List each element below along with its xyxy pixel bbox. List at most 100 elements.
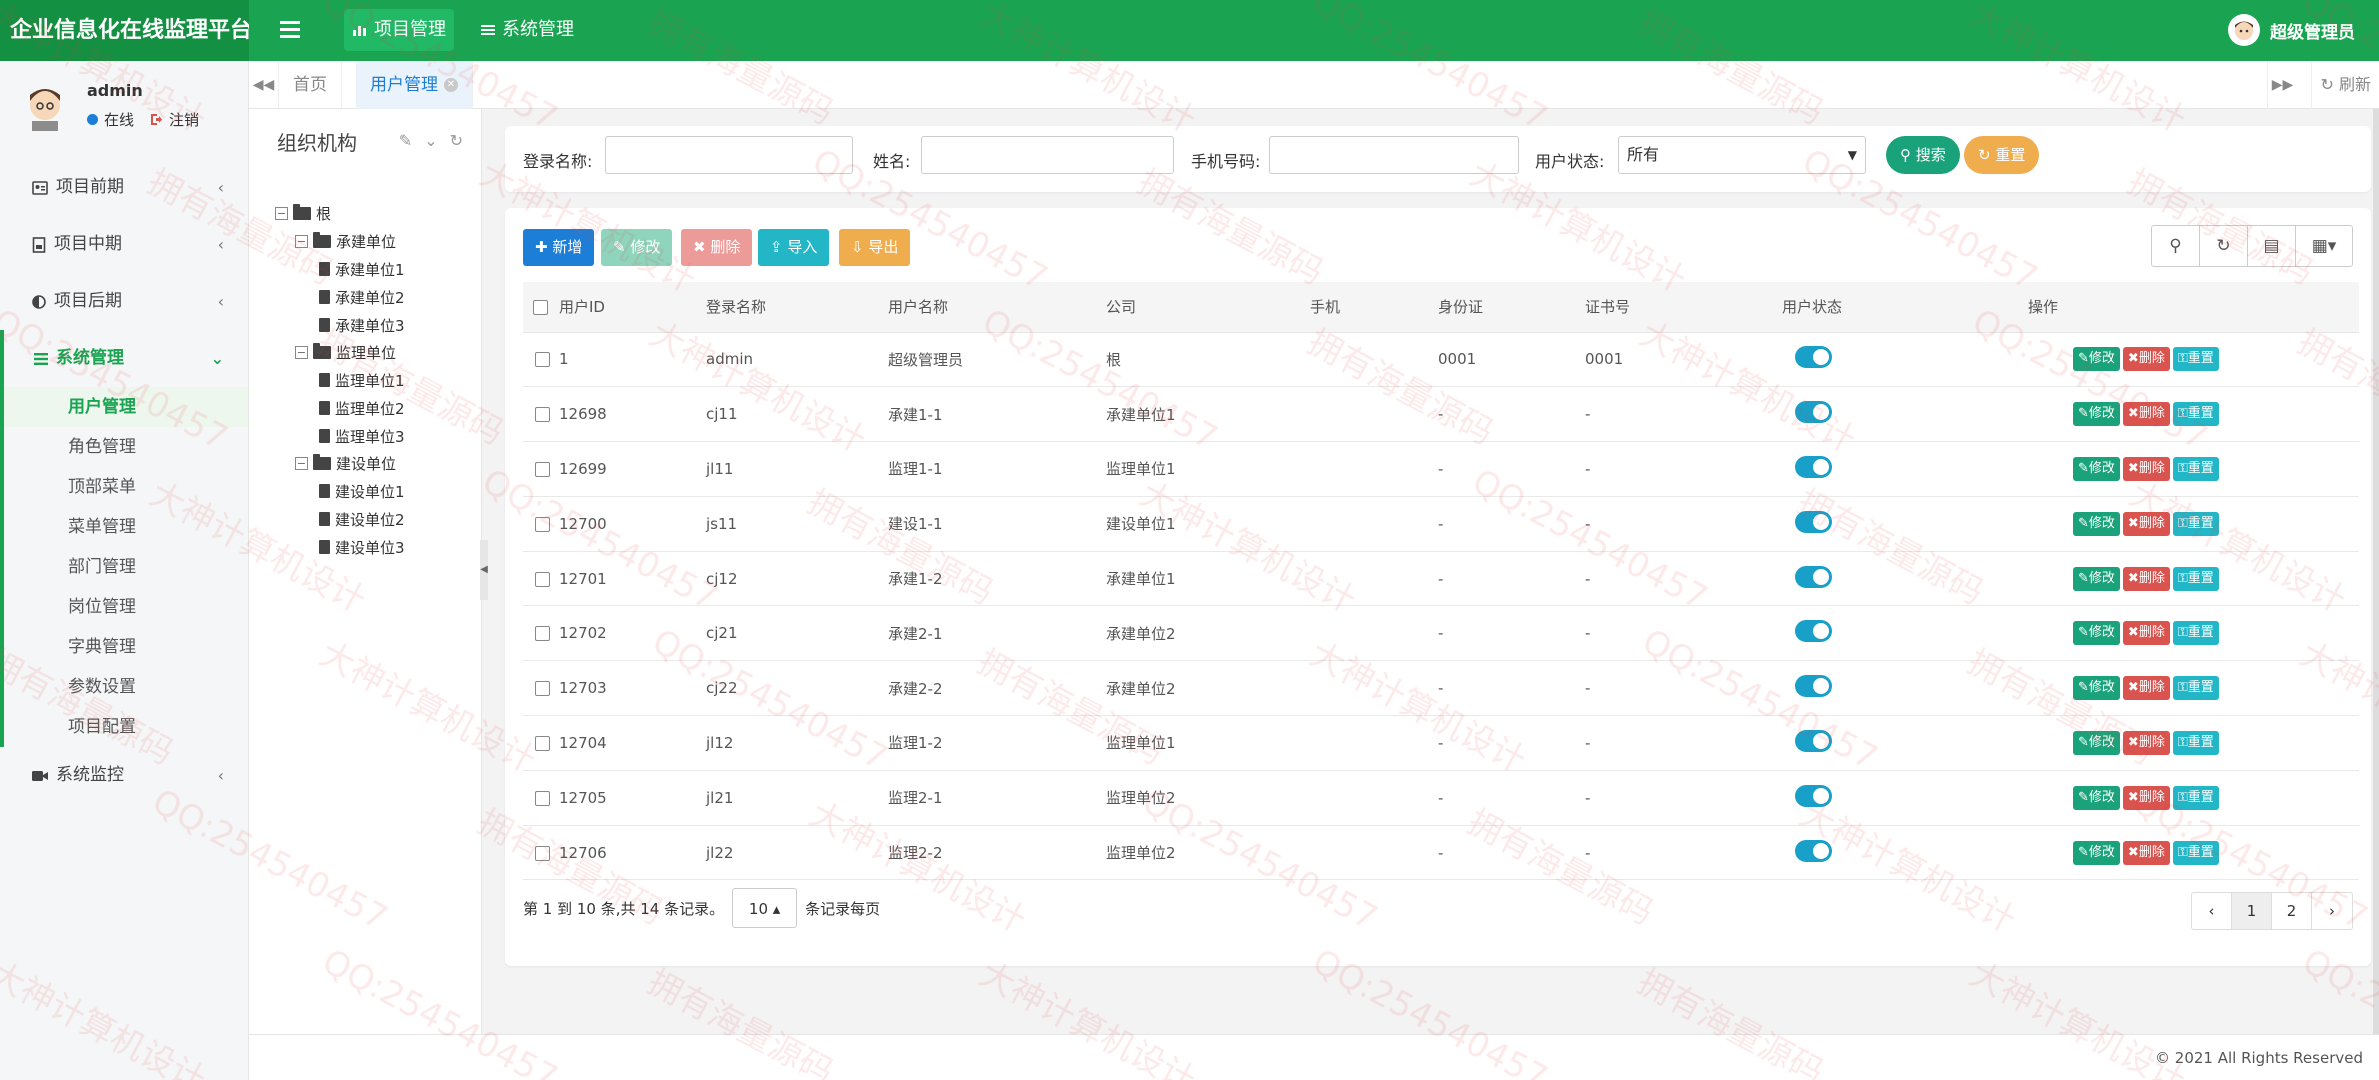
select-all-checkbox[interactable] <box>533 299 548 315</box>
sidebar-subitem-dict-management[interactable]: 字典管理 <box>4 627 248 667</box>
table-row[interactable]: 12705 jl21 监理2-1 监理单位2- - ✎修改 ✖删除 ⚿重置 <box>523 770 2359 826</box>
page-2[interactable]: 2 <box>2272 893 2312 929</box>
column-header[interactable]: 身份证 <box>1438 282 1585 333</box>
status-toggle[interactable] <box>1795 784 1832 807</box>
phone-input[interactable] <box>1269 136 1519 174</box>
row-reset-button[interactable]: ⚿重置 <box>2172 511 2219 536</box>
row-checkbox[interactable] <box>535 845 550 861</box>
row-delete-button[interactable]: ✖删除 <box>2122 840 2170 865</box>
table-row[interactable]: 12699 jl11 监理1-1 监理单位1- - ✎修改 ✖删除 ⚿重置 <box>523 441 2359 497</box>
row-reset-button[interactable]: ⚿重置 <box>2172 566 2219 591</box>
sidebar-subitem-post-management[interactable]: 岗位管理 <box>4 587 248 627</box>
row-delete-button[interactable]: ✖删除 <box>2122 676 2170 701</box>
sidebar-subitem-role-management[interactable]: 角色管理 <box>4 427 248 467</box>
row-checkbox[interactable] <box>535 790 550 806</box>
table-row[interactable]: 12700 js11 建设1-1 建设单位1- - ✎修改 ✖删除 ⚿重置 <box>523 496 2359 552</box>
row-delete-button[interactable]: ✖删除 <box>2122 566 2170 591</box>
row-delete-button[interactable]: ✖删除 <box>2122 402 2170 427</box>
search-button[interactable]: ⚲ 搜索 <box>1886 136 1960 174</box>
status-toggle[interactable] <box>1795 401 1832 424</box>
scrollbar[interactable] <box>2373 109 2379 1034</box>
topnav-system-management[interactable]: 系统管理 <box>472 9 582 51</box>
search-icon[interactable]: ⚲ <box>2152 226 2200 266</box>
export-button[interactable]: ⇩ 导出 <box>839 229 911 266</box>
row-checkbox[interactable] <box>535 352 550 368</box>
row-edit-button[interactable]: ✎修改 <box>2073 347 2120 372</box>
row-edit-button[interactable]: ✎修改 <box>2073 566 2120 591</box>
add-button[interactable]: ✚ 新增 <box>523 229 595 266</box>
tree-node-leaf[interactable]: 承建单位2 <box>319 286 405 308</box>
refresh-icon[interactable]: ↻ <box>450 131 463 150</box>
tree-node-leaf[interactable]: 建设单位1 <box>319 480 405 502</box>
table-row[interactable]: 12706 jl22 监理2-2 监理单位2- - ✎修改 ✖删除 ⚿重置 <box>523 825 2359 881</box>
sidebar-item-pre-project[interactable]: 项目前期 ‹ <box>0 159 248 216</box>
row-checkbox[interactable] <box>535 571 550 587</box>
edit-icon[interactable]: ✎ <box>399 131 412 150</box>
column-header[interactable]: 证书号 <box>1585 282 1782 333</box>
row-checkbox[interactable] <box>535 626 550 642</box>
panel-collapse-handle[interactable]: ◀ <box>480 540 488 600</box>
sidebar-subitem-user-management[interactable]: 用户管理 <box>4 387 248 427</box>
tab-scroll-right-icon[interactable]: ▶▶ <box>2267 61 2297 109</box>
row-reset-button[interactable]: ⚿重置 <box>2172 347 2219 372</box>
tree-node-group[interactable]: − 建设单位 <box>295 452 396 474</box>
tab-scroll-left-icon[interactable]: ◀◀ <box>249 61 279 109</box>
row-delete-button[interactable]: ✖删除 <box>2122 730 2170 755</box>
row-checkbox[interactable] <box>535 407 550 423</box>
row-reset-button[interactable]: ⚿重置 <box>2172 676 2219 701</box>
tree-node-leaf[interactable]: 建设单位3 <box>319 536 405 558</box>
sidebar-item-mid-project[interactable]: 项目中期 ‹ <box>0 216 248 273</box>
status-toggle[interactable] <box>1795 346 1832 369</box>
sidebar-subitem-top-menu[interactable]: 顶部菜单 <box>4 467 248 507</box>
status-select[interactable]: 所有 ▼ <box>1618 136 1866 174</box>
table-row[interactable]: 12701 cj12 承建1-2 承建单位1- - ✎修改 ✖删除 ⚿重置 <box>523 551 2359 607</box>
row-delete-button[interactable]: ✖删除 <box>2122 511 2170 536</box>
status-toggle[interactable] <box>1795 729 1832 752</box>
table-row[interactable]: 12704 jl12 监理1-2 监理单位1- - ✎修改 ✖删除 ⚿重置 <box>523 715 2359 771</box>
edit-button[interactable]: ✎ 修改 <box>601 229 673 266</box>
status-toggle[interactable] <box>1795 455 1832 478</box>
collapse-icon[interactable]: − <box>275 206 288 220</box>
login-name-input[interactable] <box>605 136 853 174</box>
refresh-tab-button[interactable]: ↻ 刷新 <box>2311 61 2379 109</box>
collapse-icon[interactable]: − <box>295 345 308 359</box>
row-checkbox[interactable] <box>535 735 550 751</box>
column-header[interactable]: 用户状态 <box>1782 282 1907 333</box>
logout-link[interactable]: 注销 <box>150 109 199 130</box>
row-reset-button[interactable]: ⚿重置 <box>2172 456 2219 481</box>
tree-node-group[interactable]: − 承建单位 <box>295 230 396 252</box>
table-row[interactable]: 1 admin 超级管理员根 0001 0001 ✎修改 ✖删除 ⚿重置 <box>523 332 2359 388</box>
row-reset-button[interactable]: ⚿重置 <box>2172 621 2219 646</box>
tree-node-leaf[interactable]: 监理单位3 <box>319 425 405 447</box>
row-checkbox[interactable] <box>535 681 550 697</box>
table-row[interactable]: 12703 cj22 承建2-2 承建单位2- - ✎修改 ✖删除 ⚿重置 <box>523 660 2359 717</box>
tab-home[interactable]: 首页 <box>279 61 342 109</box>
reset-button[interactable]: ↻ 重置 <box>1964 136 2040 174</box>
row-edit-button[interactable]: ✎修改 <box>2073 840 2120 865</box>
status-toggle[interactable] <box>1795 675 1832 698</box>
topnav-project-management[interactable]: 项目管理 <box>344 9 454 51</box>
menu-toggle-icon[interactable] <box>278 18 302 42</box>
status-toggle[interactable] <box>1795 839 1832 862</box>
sidebar-subitem-project-config[interactable]: 项目配置 <box>4 707 248 747</box>
row-edit-button[interactable]: ✎修改 <box>2073 730 2120 755</box>
row-reset-button[interactable]: ⚿重置 <box>2172 785 2219 810</box>
page-size-select[interactable]: 10 ▴ <box>732 888 798 928</box>
tree-node-root[interactable]: − 根 <box>275 202 331 224</box>
row-delete-button[interactable]: ✖删除 <box>2122 621 2170 646</box>
tree-node-leaf[interactable]: 监理单位1 <box>319 369 405 391</box>
page-1[interactable]: 1 <box>2232 893 2272 929</box>
row-edit-button[interactable]: ✎修改 <box>2073 456 2120 481</box>
row-edit-button[interactable]: ✎修改 <box>2073 621 2120 646</box>
collapse-icon[interactable]: − <box>295 234 308 248</box>
sidebar-item-post-project[interactable]: 项目后期 ‹ <box>0 273 248 330</box>
delete-button[interactable]: ✖ 删除 <box>681 229 753 266</box>
status-toggle[interactable] <box>1795 565 1832 588</box>
sidebar-subitem-department-management[interactable]: 部门管理 <box>4 547 248 587</box>
table-row[interactable]: 12702 cj21 承建2-1 承建单位2- - ✎修改 ✖删除 ⚿重置 <box>523 605 2359 662</box>
row-delete-button[interactable]: ✖删除 <box>2122 785 2170 810</box>
row-checkbox[interactable] <box>535 461 550 477</box>
sidebar-subitem-menu-management[interactable]: 菜单管理 <box>4 507 248 547</box>
row-reset-button[interactable]: ⚿重置 <box>2172 840 2219 865</box>
import-button[interactable]: ⇪ 导入 <box>758 229 830 266</box>
